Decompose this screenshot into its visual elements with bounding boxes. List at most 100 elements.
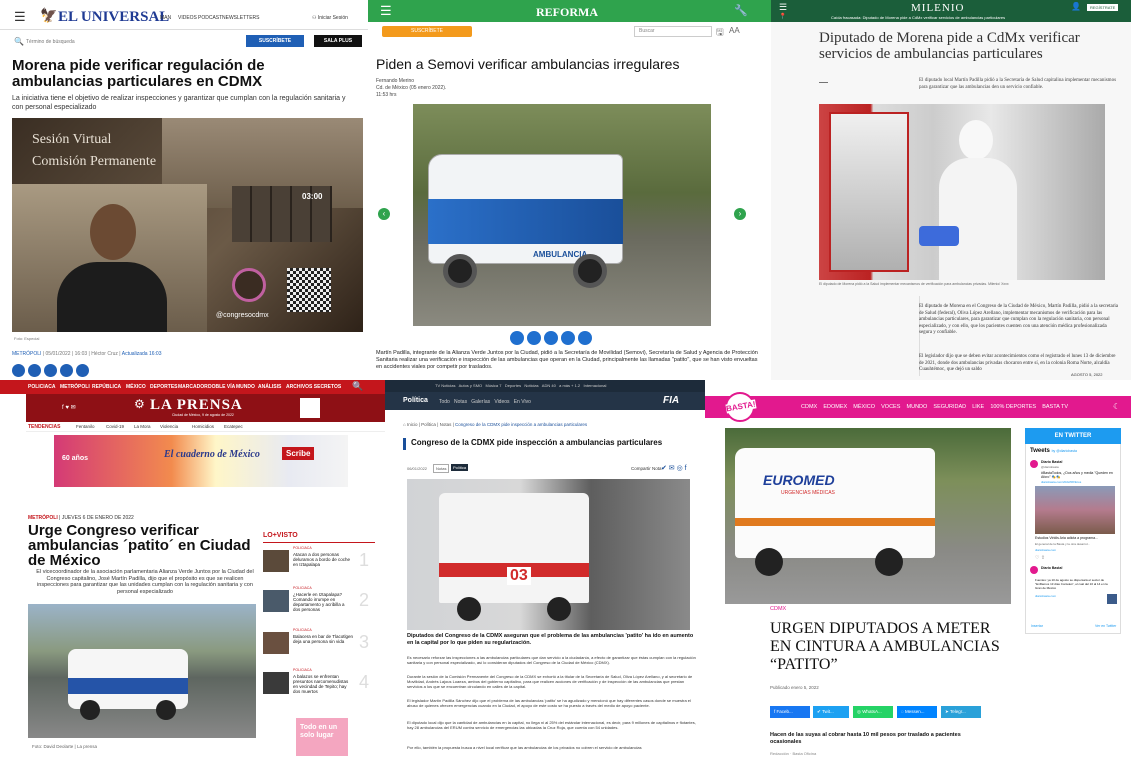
breadcrumb-item[interactable]: Notas xyxy=(440,422,452,427)
whatsapp-share-button[interactable]: ◎ WhatsA... xyxy=(853,706,893,718)
tab-todo[interactable]: Todo xyxy=(439,399,450,405)
eu-nav-man[interactable]: MAN xyxy=(160,15,171,21)
tweet-thumb[interactable] xyxy=(1107,594,1117,604)
home-icon[interactable]: ⌂ xyxy=(403,422,406,427)
list-item[interactable]: POLICIACA Balacera en bar de Tlacotlgen … xyxy=(263,628,375,668)
nav-like[interactable]: LIKE xyxy=(972,404,984,410)
nav-mexico[interactable]: MÉXICO xyxy=(853,404,875,410)
reforma-subscribe-button[interactable]: SUSCRÍBETE xyxy=(382,26,472,37)
tab-galerias[interactable]: Galerías xyxy=(471,399,490,405)
prensa-trending-4[interactable]: Homicidios xyxy=(192,424,214,429)
prensa-section[interactable]: METRÓPOLI xyxy=(28,515,58,521)
menu-icon[interactable]: ☰ xyxy=(14,9,26,25)
tweet-link[interactable]: diariobasta.com xyxy=(1035,594,1056,598)
tweets-by[interactable]: by @diariobasta xyxy=(1052,449,1077,453)
milenio-register-button[interactable]: REGÍSTRATE xyxy=(1087,4,1119,11)
prensa-nav-8[interactable]: ANÁLISIS xyxy=(258,384,281,390)
menu-icon[interactable]: ☰ xyxy=(380,3,392,19)
tweet-handle[interactable]: @diariobasta xyxy=(1041,465,1059,469)
prensa-nav-6[interactable]: DOBLE VÍA xyxy=(208,384,235,390)
eu-author[interactable]: Héctor Cruz xyxy=(91,351,118,357)
eu-subscribe-button[interactable]: SUSCRÍBETE xyxy=(246,35,304,47)
reforma-search-input[interactable]: Buscar xyxy=(634,26,712,37)
politica-section[interactable]: Política xyxy=(403,397,428,404)
nav-mundo[interactable]: MUNDO xyxy=(907,404,928,410)
eu-video-frame[interactable]: Sesión Virtual Comisión Permanente 03:00… xyxy=(12,118,363,332)
top-nav-item[interactable]: a más + 1.2 xyxy=(559,383,580,388)
eu-section[interactable]: METRÓPOLI xyxy=(12,351,41,357)
top-nav-item[interactable]: Música 7 xyxy=(485,383,501,388)
prensa-nav-3[interactable]: MÉXICO xyxy=(126,384,146,390)
eu-search-input[interactable]: Término de búsqueda xyxy=(26,39,75,45)
twitter-view-link[interactable]: Ver en Twitter xyxy=(1095,624,1116,628)
tweet-avatar[interactable] xyxy=(1030,460,1038,468)
prensa-nav-2[interactable]: REPÚBLICA xyxy=(92,384,121,390)
nav-seguridad[interactable]: SEGURIDAD xyxy=(933,404,966,410)
top-nav-item[interactable]: Internacional xyxy=(584,383,607,388)
basta-ambulance-photo[interactable]: EUROMED URGENCIAS MÉDICAS xyxy=(725,428,1011,604)
nav-bastatv[interactable]: BASTA TV xyxy=(1042,404,1068,410)
tweet-user[interactable]: Diario Basta! xyxy=(1041,566,1063,570)
tweet-link[interactable]: diariobasta.com/2022/08/fotos xyxy=(1041,480,1081,484)
whatsapp-icon[interactable] xyxy=(44,364,57,377)
top-nav-item[interactable]: ADN 40 xyxy=(542,383,556,388)
top-nav-item[interactable]: Autos y SMO xyxy=(459,383,483,388)
politica-brand[interactable]: FIA xyxy=(663,395,679,406)
milenio-hazmat-photo[interactable] xyxy=(819,104,1105,280)
reforma-ambulance-photo[interactable]: AMBULANCIA xyxy=(413,104,711,326)
prensa-sidebar-ad[interactable]: Todo en un solo lugar xyxy=(296,718,348,756)
whatsapp-icon[interactable] xyxy=(527,331,541,345)
tweet-actions[interactable]: ♡ ⇪ xyxy=(1035,555,1045,561)
politica-tag-politica[interactable]: Política xyxy=(451,464,469,471)
prensa-trending-5[interactable]: Ecatepec xyxy=(224,424,243,429)
prensa-trending-2[interactable]: La Mora xyxy=(134,424,151,429)
search-icon[interactable]: 🔍 xyxy=(14,37,24,46)
prensa-trending-0[interactable]: Fentanilo xyxy=(76,424,95,429)
facebook-icon[interactable] xyxy=(561,331,575,345)
nav-cdmx[interactable]: CDMX xyxy=(801,404,817,410)
top-nav-item[interactable]: Deportes xyxy=(505,383,521,388)
top-nav-item[interactable]: Noticias xyxy=(524,383,538,388)
tweet-user[interactable]: Diario Basta! xyxy=(1041,460,1063,464)
prensa-logo[interactable]: LA PRENSA xyxy=(150,397,243,414)
eu-login-link[interactable]: ⚇ Iniciar Sesión xyxy=(312,15,348,21)
list-item[interactable]: POLICIACA Atacan a dos personas deluramo… xyxy=(263,546,375,586)
link-icon[interactable] xyxy=(60,364,73,377)
milenio-ticker[interactable]: Caída fracasada: Diputado de Morena pide… xyxy=(831,15,1005,20)
search-icon[interactable]: 🔍 xyxy=(352,381,363,392)
more-share-icon[interactable] xyxy=(76,364,89,377)
tab-envivo[interactable]: En Vivo xyxy=(514,399,531,405)
facebook-share-button[interactable]: f Faceb... xyxy=(770,706,810,718)
basta-section[interactable]: CDMX xyxy=(770,606,786,612)
prensa-nav-5[interactable]: MARCADOR xyxy=(178,384,208,390)
tweet-avatar[interactable] xyxy=(1030,566,1038,574)
politica-ambulance-photo[interactable]: 03 xyxy=(407,479,690,630)
milenio-logo[interactable]: MILENIO xyxy=(911,2,964,14)
list-item[interactable]: POLICIACA ¿Hacerle en Iztapalapa? Comand… xyxy=(263,586,375,628)
eu-nav-newsletters[interactable]: NEWSLETTERS xyxy=(222,15,260,21)
tweet-link[interactable]: diariobasta.com xyxy=(1035,548,1056,552)
eu-nav-videos[interactable]: VIDEOS xyxy=(178,15,197,21)
prensa-nav-4[interactable]: DEPORTES xyxy=(150,384,178,390)
facebook-icon[interactable] xyxy=(12,364,25,377)
prensa-trending-3[interactable]: Violencia xyxy=(160,424,178,429)
user-icon[interactable]: 👤 xyxy=(1071,2,1081,11)
twitter-share-button[interactable]: ✔ Twit... xyxy=(813,706,849,718)
menu-icon[interactable]: ☰ xyxy=(779,2,787,13)
tab-notas[interactable]: Notas xyxy=(454,399,467,405)
messenger-share-button[interactable]: ◌ Messen... xyxy=(897,706,937,718)
twitter-icon[interactable] xyxy=(544,331,558,345)
eu-nav-podcast[interactable]: PODCAST xyxy=(198,15,222,21)
carousel-next-icon[interactable]: › xyxy=(734,208,746,220)
top-nav-item[interactable]: TV Noticias xyxy=(435,383,455,388)
prensa-nav-7[interactable]: MUNDO xyxy=(236,384,255,390)
prensa-nav-1[interactable]: METRÓPOLI xyxy=(60,384,90,390)
prensa-trending-1[interactable]: Covid-19 xyxy=(106,424,124,429)
tab-videos[interactable]: Videos xyxy=(494,399,509,405)
list-item[interactable]: POLICIACA A balazos se enfrentan presunt… xyxy=(263,668,375,716)
reforma-logo[interactable]: REFORMA xyxy=(536,5,598,20)
email-icon[interactable] xyxy=(510,331,524,345)
link-icon[interactable] xyxy=(578,331,592,345)
prensa-nav-0[interactable]: POLICIACA xyxy=(28,384,56,390)
theme-toggle-icon[interactable]: ☾ xyxy=(1113,402,1120,411)
